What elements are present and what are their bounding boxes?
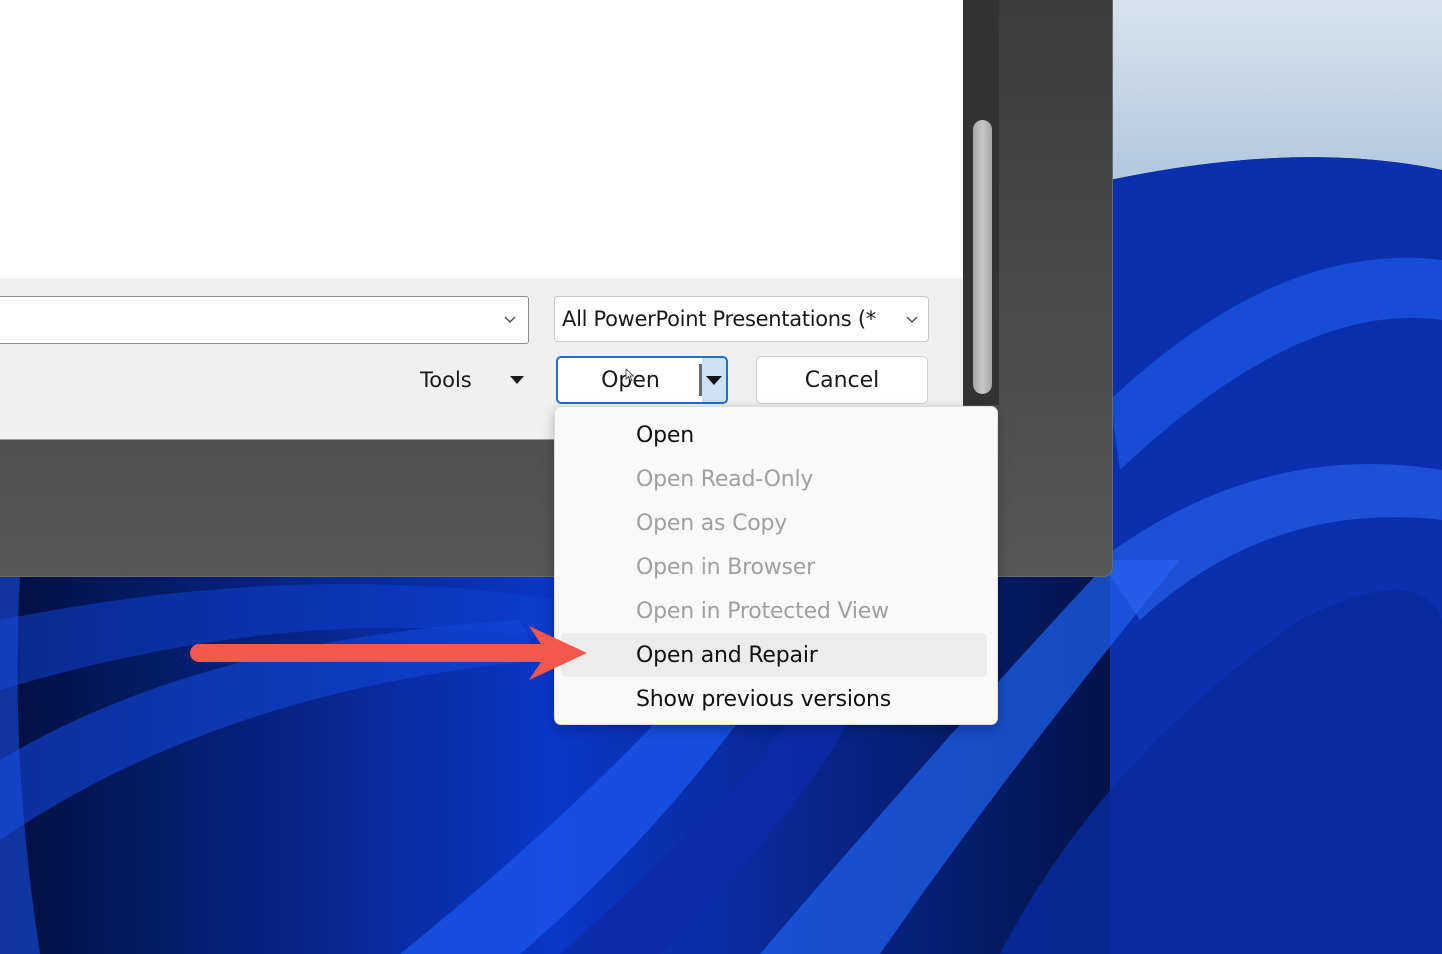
menu-item-show-previous-versions[interactable]: Show previous versions: [561, 677, 987, 721]
open-options-dropdown-button[interactable]: [702, 358, 726, 402]
menu-item-label: Open and Repair: [636, 642, 818, 668]
chevron-down-icon: [906, 316, 918, 323]
menu-item-label: Open in Protected View: [636, 598, 889, 624]
cancel-button[interactable]: Cancel: [756, 356, 928, 404]
menu-item-label: Show previous versions: [636, 686, 892, 712]
menu-item-open-in-browser[interactable]: Open in Browser: [561, 545, 987, 589]
tools-button[interactable]: Tools: [408, 360, 538, 400]
caret-down-icon: [509, 376, 524, 384]
menu-item-open[interactable]: Open: [561, 413, 987, 457]
menu-item-label: Open in Browser: [636, 554, 815, 580]
open-split-button[interactable]: Open: [556, 356, 728, 404]
file-type-filter-value: All PowerPoint Presentations (*: [562, 307, 876, 331]
annotation-arrow-icon: [190, 626, 587, 680]
open-options-menu: Open Open Read-Only Open as Copy Open in…: [554, 406, 998, 725]
scrollbar-thumb[interactable]: [973, 120, 992, 394]
menu-item-open-and-repair[interactable]: Open and Repair: [561, 633, 987, 677]
menu-item-label: Open as Copy: [636, 510, 788, 536]
caret-down-icon: [706, 375, 722, 385]
menu-item-label: Open: [636, 422, 694, 448]
tools-label: Tools: [420, 368, 472, 392]
cancel-button-label: Cancel: [804, 367, 880, 393]
menu-item-open-read-only[interactable]: Open Read-Only: [561, 457, 987, 501]
file-type-filter-select[interactable]: All PowerPoint Presentations (*: [554, 296, 929, 342]
menu-item-open-in-protected-view[interactable]: Open in Protected View: [561, 589, 987, 633]
chevron-down-icon[interactable]: [504, 313, 516, 325]
mouse-pointer-icon: [625, 368, 635, 382]
menu-item-open-as-copy[interactable]: Open as Copy: [561, 501, 987, 545]
menu-item-label: Open Read-Only: [636, 466, 814, 492]
filename-input[interactable]: [0, 296, 529, 344]
file-list-area: [0, 0, 963, 278]
